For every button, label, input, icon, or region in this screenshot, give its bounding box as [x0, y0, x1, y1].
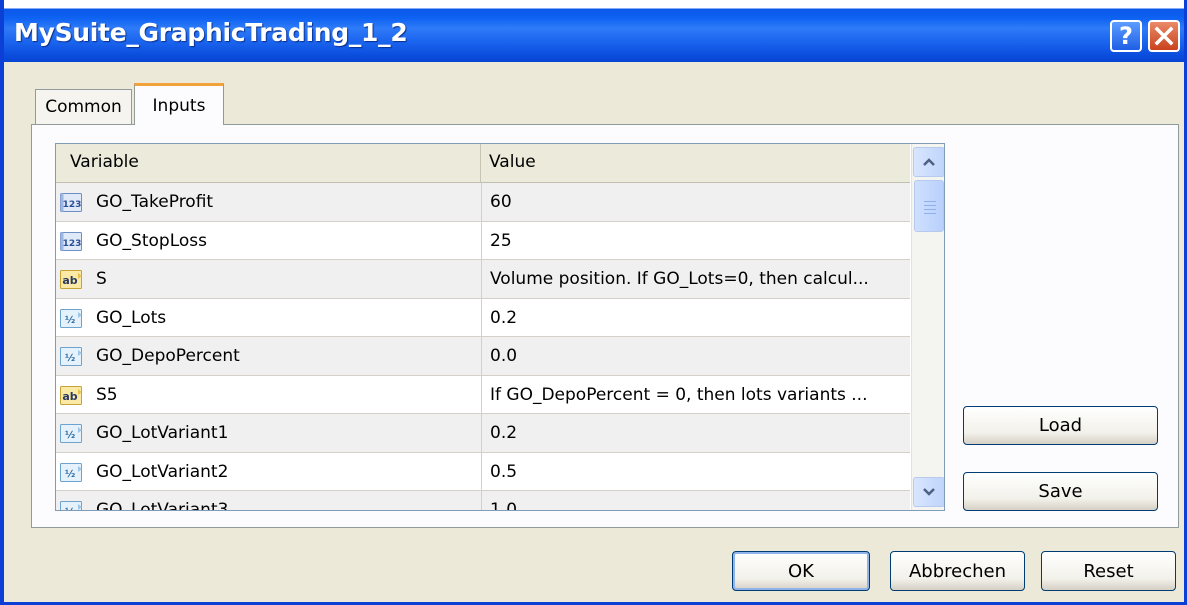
variable-name: GO_DepoPercent [96, 346, 240, 366]
svg-text:½: ½ [65, 315, 75, 326]
close-icon [1154, 26, 1174, 46]
svg-text:ab: ab [62, 390, 77, 403]
table-row[interactable]: ½ GO_LotVariant1 0.2 [56, 414, 910, 453]
svg-text:ab: ab [62, 274, 77, 287]
table-row[interactable]: ½ GO_LotVariant2 0.5 [56, 452, 910, 491]
variable-value[interactable]: 0.5 [481, 452, 910, 491]
window-title: MySuite_GraphicTrading_1_2 [14, 18, 408, 47]
integer-icon: 123 [60, 192, 84, 213]
load-button[interactable]: Load [963, 406, 1158, 445]
dialog-window: MySuite_GraphicTrading_1_2 ? Common Inpu… [0, 0, 1187, 605]
variable-name: GO_TakeProfit [96, 192, 214, 212]
arrow-up-icon [923, 158, 935, 166]
tab-common[interactable]: Common [35, 89, 132, 124]
variable-name: GO_Lots [96, 307, 167, 328]
column-header-variable[interactable]: Variable [56, 144, 481, 182]
column-header-value[interactable]: Value [481, 144, 910, 182]
variable-name: GO_LotVariant3 [96, 500, 229, 511]
variable-name: S [96, 269, 107, 289]
variable-value[interactable]: If GO_DepoPercent = 0, then lots variant… [481, 375, 910, 414]
grid-rows: 123 GO_TakeProfit 60 123 GO_StopLoss 25 ab S Vol… [56, 183, 910, 511]
svg-text:½: ½ [65, 507, 75, 511]
variable-name: GO_LotVariant1 [96, 423, 229, 443]
svg-text:½: ½ [65, 469, 75, 480]
grid-header: Variable Value [56, 144, 910, 183]
double-icon: ½ [60, 462, 84, 483]
integer-icon: 123 [60, 231, 84, 252]
scroll-thumb[interactable] [914, 180, 944, 232]
scroll-up-button[interactable] [913, 147, 944, 177]
svg-text:123: 123 [63, 239, 82, 249]
variable-value[interactable]: 60 [481, 183, 910, 221]
grip-line [924, 201, 936, 202]
double-icon: ½ [60, 308, 84, 329]
title-bar[interactable]: MySuite_GraphicTrading_1_2 ? [4, 0, 1184, 62]
svg-text:123: 123 [63, 200, 82, 210]
reset-button[interactable]: Reset [1041, 551, 1176, 591]
table-row[interactable]: ½ GO_Lots 0.2 [56, 298, 910, 337]
double-icon: ½ [60, 423, 84, 444]
variable-name: GO_StopLoss [96, 230, 207, 251]
variable-name: S5 [96, 384, 118, 405]
ok-button[interactable]: OK [732, 551, 870, 591]
table-row[interactable]: 123 GO_TakeProfit 60 [56, 183, 910, 222]
arrow-down-icon [923, 488, 935, 496]
variable-value[interactable]: 25 [481, 221, 910, 260]
help-button[interactable]: ? [1110, 20, 1142, 52]
table-row[interactable]: ½ GO_DepoPercent 0.0 [56, 337, 910, 376]
string-icon: ab [60, 385, 84, 406]
vertical-scrollbar[interactable] [911, 144, 944, 510]
variable-value[interactable]: 1.0 [481, 491, 910, 510]
inputs-grid: Variable Value 123 GO_TakeProfit 60 123 GO_S… [55, 143, 945, 511]
cancel-button[interactable]: Abbrechen [890, 551, 1025, 591]
double-icon: ½ [60, 500, 84, 511]
scroll-down-button[interactable] [913, 477, 944, 507]
grip-line [924, 213, 936, 214]
string-icon: ab [60, 269, 84, 290]
grip-line [924, 209, 936, 210]
svg-text:½: ½ [65, 353, 75, 364]
variable-value[interactable]: 0.2 [481, 298, 910, 337]
variable-value[interactable]: Volume position. If GO_Lots=0, then calc… [481, 260, 910, 298]
close-button[interactable] [1148, 20, 1180, 52]
variable-name: GO_LotVariant2 [96, 461, 229, 482]
double-icon: ½ [60, 346, 84, 367]
variable-value[interactable]: 0.2 [481, 414, 910, 452]
svg-text:½: ½ [65, 430, 75, 441]
tab-inputs[interactable]: Inputs [134, 83, 224, 125]
table-row[interactable]: ½ GO_LotVariant3 1.0 [56, 491, 910, 511]
table-row[interactable]: ab S5 If GO_DepoPercent = 0, then lots var… [56, 375, 910, 414]
table-row[interactable]: 123 GO_StopLoss 25 [56, 221, 910, 260]
table-row[interactable]: ab S Volume position. If GO_Lots=0, then c… [56, 260, 910, 299]
grip-line [924, 205, 936, 206]
save-button[interactable]: Save [963, 472, 1158, 511]
variable-value[interactable]: 0.0 [481, 337, 910, 375]
